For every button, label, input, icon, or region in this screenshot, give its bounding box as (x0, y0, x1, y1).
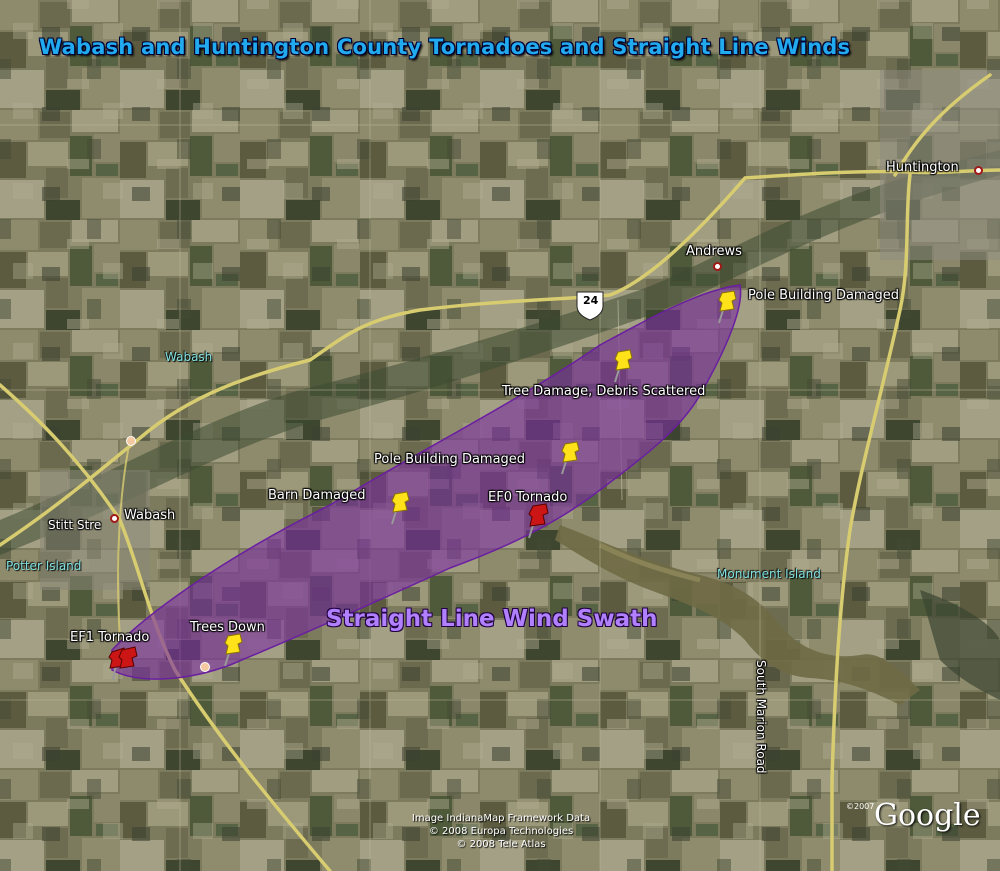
highway-shield-number: 24 (583, 294, 599, 307)
marker-label-ef0-tornado: EF0 Tornado (488, 490, 568, 505)
map-title: Wabash and Huntington County Tornadoes a… (39, 35, 851, 59)
credit-line-1: Image IndianaMap Framework Data (411, 813, 591, 824)
point-marker-icon[interactable] (126, 436, 136, 446)
place-label-monument-island: Monument Island (717, 567, 821, 581)
place-label-potter-island: Potter Island (6, 559, 82, 573)
yellow-pushpin-icon[interactable] (716, 289, 742, 325)
road-label-south-marion: South Marion Road (754, 660, 768, 774)
google-logo: Google (874, 798, 981, 833)
map-view[interactable]: Wabash and Huntington County Tornadoes a… (0, 0, 1000, 871)
marker-label-trees-down: Trees Down (190, 620, 265, 635)
town-marker-huntington[interactable] (974, 166, 983, 175)
region-label-wabash: Wabash (165, 350, 213, 364)
imagery-credits: Image IndianaMap Framework Data © 2008 E… (389, 812, 613, 851)
marker-label-pole-building-2: Pole Building Damaged (374, 452, 526, 467)
yellow-pushpin-icon[interactable] (612, 348, 638, 384)
place-label-huntington: Huntington (886, 160, 959, 175)
place-label-stitt: Stitt Stre (48, 518, 102, 532)
satellite-terrain (0, 0, 1000, 871)
red-pushpin-icon[interactable] (526, 502, 554, 540)
credit-line-2: © 2008 Europa Technologies (428, 826, 574, 837)
town-marker-andrews[interactable] (713, 262, 722, 271)
swath-label: Straight Line Wind Swath (326, 606, 658, 632)
marker-label-barn-damaged: Barn Damaged (268, 488, 366, 503)
place-label-wabash: Wabash (124, 508, 176, 523)
marker-label-tree-damage: Tree Damage, Debris Scattered (502, 384, 706, 399)
marker-label-ef1-tornado: EF1 Tornado (70, 630, 150, 645)
copyright-year: ©2007 (846, 802, 875, 811)
yellow-pushpin-icon[interactable] (389, 490, 415, 526)
yellow-pushpin-icon[interactable] (222, 632, 248, 668)
red-pushpin-icon[interactable] (108, 644, 142, 682)
town-marker-wabash[interactable] (110, 514, 119, 523)
point-marker-icon[interactable] (200, 662, 210, 672)
credit-line-3: © 2008 Tele Atlas (456, 839, 546, 850)
yellow-pushpin-icon[interactable] (559, 440, 585, 476)
place-label-andrews: Andrews (686, 244, 742, 259)
marker-label-pole-building-1: Pole Building Damaged (748, 288, 900, 303)
